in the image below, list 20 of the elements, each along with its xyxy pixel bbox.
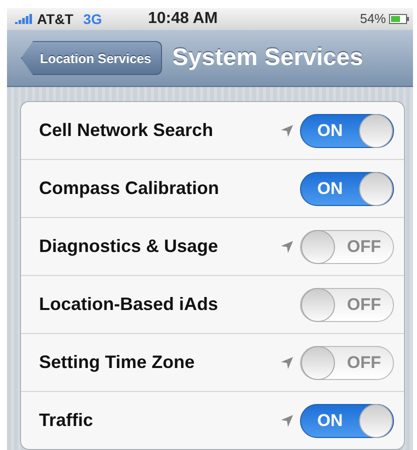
toggle-switch[interactable]: OFF	[300, 230, 394, 264]
toggle-switch[interactable]: OFF	[300, 346, 394, 380]
toggle-switch[interactable]: ON	[300, 114, 394, 148]
carrier-name: AT&T	[37, 10, 74, 27]
setting-label: Compass Calibration	[39, 178, 220, 199]
toggle-switch[interactable]: OFF	[300, 288, 394, 322]
page-title: System Services	[172, 44, 364, 72]
toggle-switch[interactable]: ON	[300, 172, 394, 206]
setting-label: Cell Network Search	[39, 120, 214, 141]
setting-label: Setting Time Zone	[39, 352, 195, 373]
setting-label: Location-Based iAds	[39, 294, 218, 315]
back-button[interactable]: Location Services	[21, 41, 162, 76]
toggle-switch[interactable]: ON	[300, 404, 394, 438]
setting-label: Traffic	[39, 410, 94, 431]
network-type: 3G	[83, 10, 102, 27]
setting-label: Diagnostics & Usage	[39, 236, 218, 257]
battery-percent: 54%	[360, 11, 386, 26]
battery-icon	[389, 14, 409, 24]
signal-icon	[15, 14, 33, 24]
clock-time: 10:48 AM	[148, 10, 218, 28]
